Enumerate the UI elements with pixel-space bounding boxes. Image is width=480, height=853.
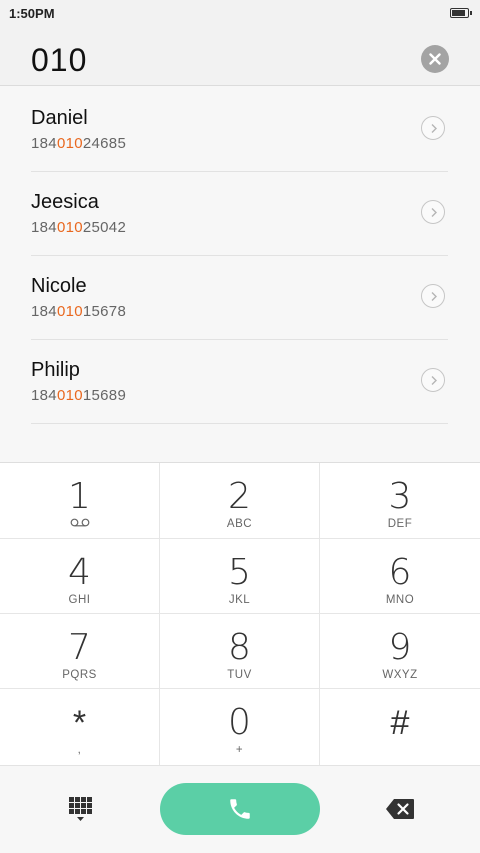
matched-digits: 010 <box>56 387 83 404</box>
list-item[interactable]: Nicole 18401015678 <box>31 255 448 340</box>
dialpad-toggle-button[interactable] <box>67 797 93 823</box>
contact-number: 18401024685 <box>31 135 127 152</box>
matched-digits: 010 <box>56 135 83 152</box>
key-letters: ABC <box>226 518 253 530</box>
contact-name: Nicole <box>31 275 87 297</box>
clear-icon <box>429 53 441 65</box>
contact-detail-button[interactable] <box>421 116 445 140</box>
key-9[interactable]: 9 WXYZ <box>320 614 480 689</box>
chevron-right-icon <box>431 124 437 133</box>
contact-detail-button[interactable] <box>421 284 445 308</box>
key-digit: 2 <box>228 476 251 517</box>
key-digit: # <box>390 704 410 742</box>
key-6[interactable]: 6 MNO <box>320 539 480 614</box>
phone-icon <box>230 799 250 819</box>
key-digit: 7 <box>68 627 91 668</box>
key-digit: 8 <box>228 627 251 668</box>
dialpad-icon <box>69 797 92 821</box>
contact-number: 18401015678 <box>31 303 127 320</box>
contact-number: 18401015689 <box>31 387 127 404</box>
contact-name: Jeesica <box>31 191 99 213</box>
key-2[interactable]: 2 ABC <box>160 463 320 539</box>
status-bar: 1:50PM <box>0 0 480 28</box>
key-letters: DEF <box>387 518 413 530</box>
battery-icon <box>450 8 472 18</box>
key-star[interactable]: * , <box>0 689 160 766</box>
battery-level <box>452 10 465 16</box>
backspace-icon <box>386 799 414 819</box>
key-digit: 3 <box>388 476 412 517</box>
key-letters: PQRS <box>62 669 97 681</box>
key-digit: 1 <box>68 476 91 517</box>
list-item[interactable]: Jeesica 18401025042 <box>31 171 448 256</box>
matched-digits: 010 <box>56 219 83 236</box>
key-0[interactable]: 0 + <box>160 689 320 766</box>
key-letters: , <box>77 744 82 756</box>
contact-detail-button[interactable] <box>421 200 445 224</box>
list-item[interactable]: Daniel 18401024685 <box>31 87 448 172</box>
key-5[interactable]: 5 JKL <box>160 539 320 614</box>
key-1[interactable]: 1 <box>0 463 160 539</box>
key-letters: WXYZ <box>382 669 418 681</box>
chevron-right-icon <box>431 292 437 301</box>
key-8[interactable]: 8 TUV <box>160 614 320 689</box>
voicemail-icon <box>0 517 159 531</box>
dial-input-bar: 010 <box>0 28 480 86</box>
key-letters: GHI <box>68 594 91 606</box>
key-hash[interactable]: # <box>320 689 480 766</box>
key-7[interactable]: 7 PQRS <box>0 614 160 689</box>
status-time: 1:50PM <box>9 6 55 21</box>
contact-detail-button[interactable] <box>421 368 445 392</box>
dialed-number[interactable]: 010 <box>31 42 87 79</box>
key-digit: 9 <box>388 627 412 668</box>
key-digit: 6 <box>388 552 412 593</box>
chevron-right-icon <box>431 376 437 385</box>
clear-button[interactable] <box>421 45 449 73</box>
list-item[interactable]: Philip 18401015689 <box>31 339 448 424</box>
chevron-right-icon <box>431 208 437 217</box>
key-letters: + <box>235 744 244 756</box>
contact-number: 18401025042 <box>31 219 127 236</box>
key-letters: TUV <box>227 669 252 681</box>
key-digit: 5 <box>228 552 251 593</box>
contact-results-list: Daniel 18401024685 Jeesica 18401025042 N… <box>0 87 480 462</box>
key-letters: MNO <box>385 594 415 606</box>
key-4[interactable]: 4 GHI <box>0 539 160 614</box>
key-digit: * <box>72 704 87 742</box>
contact-name: Philip <box>31 359 80 381</box>
contact-name: Daniel <box>31 107 88 129</box>
call-button[interactable] <box>160 783 320 835</box>
backspace-button[interactable] <box>385 798 415 820</box>
dialer-action-bar <box>0 765 480 853</box>
matched-digits: 010 <box>56 303 83 320</box>
key-3[interactable]: 3 DEF <box>320 463 480 539</box>
dial-keypad: 1 2 ABC 3 DEF 4 GHI 5 JKL 6 MNO 7 PQRS 8… <box>0 462 480 766</box>
key-digit: 0 <box>228 702 251 743</box>
key-letters: JKL <box>228 594 251 606</box>
key-digit: 4 <box>68 552 91 593</box>
